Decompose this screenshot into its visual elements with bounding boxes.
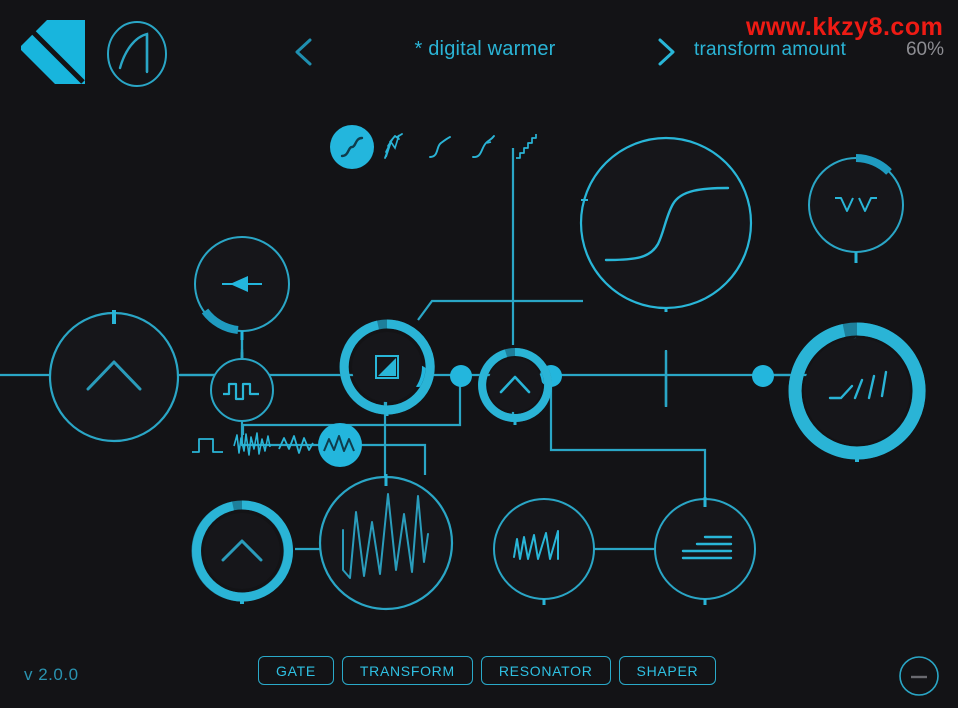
lfo-display[interactable] (318, 474, 454, 612)
macro-parameter-value[interactable]: 60% (898, 39, 944, 61)
plugin-window: * digital warmer transform amount 60% v … (0, 0, 958, 708)
macro-parameter-label: transform amount (694, 39, 847, 60)
tab-transform[interactable]: TRANSFORM (341, 656, 473, 685)
waveshaper-display[interactable] (578, 132, 756, 312)
shaper-curve-option-2[interactable] (418, 125, 462, 169)
tab-gate[interactable]: GATE (258, 656, 334, 685)
shaper-curve-option-4[interactable] (506, 125, 550, 169)
concept-circle-logo (103, 20, 171, 88)
modulation-depth-knob[interactable] (189, 498, 295, 604)
shaper-curve-option-0[interactable] (330, 125, 374, 169)
site-watermark: www.kkzy8.com (746, 13, 944, 41)
pulse-shape-knob[interactable] (209, 357, 275, 423)
lfo-shape-option-0[interactable] (186, 423, 230, 467)
resonator-knob[interactable] (492, 497, 596, 605)
help-button[interactable] (898, 655, 940, 697)
saturation-drive-knob[interactable] (786, 320, 928, 464)
previous-preset-button[interactable] (288, 34, 320, 70)
lfo-shape-option-2[interactable] (274, 423, 318, 467)
notch-filter-knob[interactable] (805, 153, 907, 263)
gate-amount-knob[interactable] (338, 318, 436, 416)
preset-name-display[interactable]: * digital warmer (330, 38, 640, 61)
tab-shaper[interactable]: SHAPER (618, 656, 717, 685)
next-preset-button[interactable] (650, 34, 682, 70)
krotos-k-logo (21, 20, 85, 84)
shaper-curve-selector (330, 125, 550, 169)
shaper-curve-option-1[interactable] (374, 125, 418, 169)
patch-rack (0, 105, 958, 645)
transform-depth-knob[interactable] (477, 347, 553, 425)
input-direction-knob[interactable] (192, 232, 292, 340)
lfo-shape-selector (186, 423, 362, 467)
module-tab-bar: GATE TRANSFORM RESONATOR SHAPER (258, 656, 717, 685)
filter-bank-knob[interactable] (653, 497, 757, 605)
version-label: v 2.0.0 (24, 665, 79, 684)
output-gain-knob[interactable] (48, 310, 182, 446)
tab-resonator[interactable]: RESONATOR (480, 656, 611, 685)
lfo-shape-option-1[interactable] (230, 423, 274, 467)
footer-bar: v 2.0.0 GATE TRANSFORM RESONATOR SHAPER (0, 645, 958, 708)
shaper-curve-option-3[interactable] (462, 125, 506, 169)
lfo-shape-option-3[interactable] (318, 423, 362, 467)
